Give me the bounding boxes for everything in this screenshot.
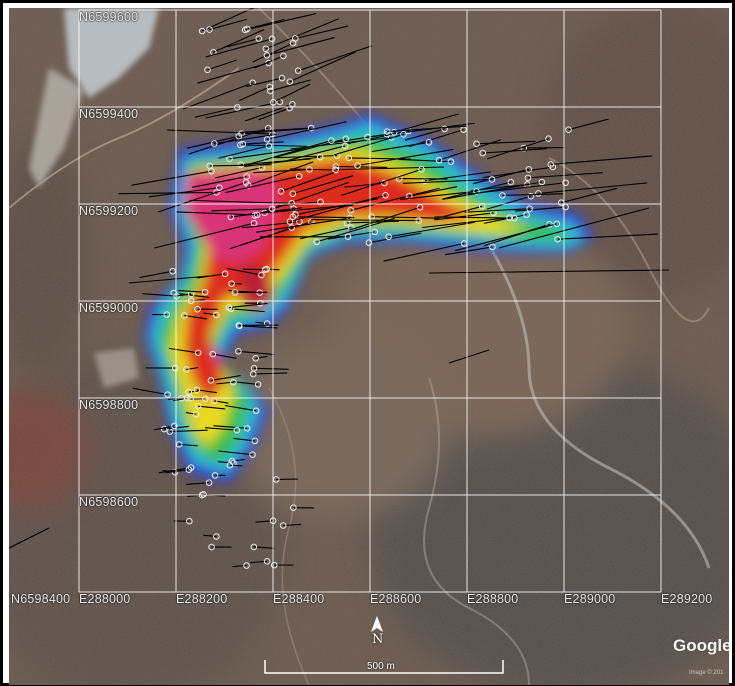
- drill-trace: [229, 464, 243, 467]
- easting-label: E289000: [564, 592, 616, 606]
- northing-label: N6598800: [79, 398, 139, 412]
- northing-label: N6599400: [79, 107, 139, 121]
- easting-label: E288200: [176, 592, 228, 606]
- google-logo: Google: [673, 636, 729, 655]
- northing-label: N6598400: [11, 592, 71, 606]
- easting-label: E289200: [661, 592, 713, 606]
- drill-trace: [523, 146, 564, 149]
- easting-label: E288800: [467, 592, 519, 606]
- northing-label: N6599200: [79, 204, 139, 218]
- satellite-map[interactable]: N6599600 N6599400 N6599200 N6599000 N659…: [9, 8, 729, 685]
- north-arrow-label: N: [372, 632, 384, 647]
- figure-frame: N6599600 N6599400 N6599200 N6599000 N659…: [0, 0, 735, 686]
- northing-label: N6599600: [79, 10, 139, 24]
- easting-label: E288600: [370, 592, 422, 606]
- scale-bar-label: 500 m: [367, 661, 395, 672]
- imagery-credit: Image © 201: [689, 670, 724, 676]
- easting-label: E288400: [273, 592, 325, 606]
- easting-label: E288000: [79, 592, 131, 606]
- northing-label: N6598600: [79, 495, 139, 509]
- northing-label: N6599000: [79, 301, 139, 315]
